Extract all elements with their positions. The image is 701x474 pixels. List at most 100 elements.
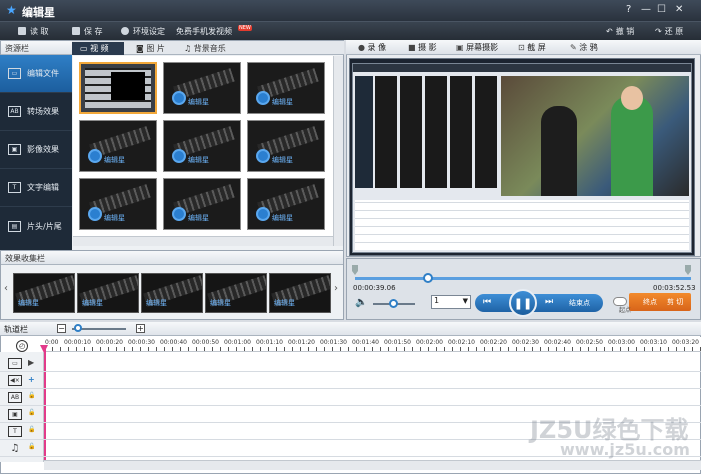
start-point-button[interactable]: 起点 xyxy=(619,305,631,314)
lock-icon[interactable]: 🔓 xyxy=(28,426,35,433)
track-audio[interactable]: ◀× + xyxy=(0,373,701,389)
tab-camera[interactable]: ■ 摄 影 xyxy=(408,42,437,53)
media-vertical-scrollbar[interactable] xyxy=(333,56,343,246)
person-left xyxy=(541,106,577,196)
timeline-ruler[interactable]: 0:00 00:00:10 00:00:20 00:00:30 00:00:40… xyxy=(44,337,701,352)
tab-record[interactable]: ● 录 像 xyxy=(358,42,386,53)
effect-thumb[interactable]: 编辑星 xyxy=(205,273,267,313)
reel-icon xyxy=(256,149,270,163)
video-preview[interactable] xyxy=(349,58,695,256)
speed-select[interactable]: 1 ▼ xyxy=(431,295,471,309)
add-icon[interactable]: + xyxy=(28,375,35,384)
media-thumb[interactable]: 编辑星 xyxy=(247,178,325,230)
help-button[interactable]: ? xyxy=(626,4,631,15)
volume-thumb[interactable] xyxy=(389,299,398,308)
tab-video[interactable]: ▭ 视 频 xyxy=(72,42,124,55)
tick-label: 00:01:00 xyxy=(224,339,251,346)
read-button[interactable]: 读 取 xyxy=(18,26,49,37)
sidebar-item-transition[interactable]: AB 转场效果 xyxy=(0,93,72,131)
record-icon: ● xyxy=(358,43,368,52)
media-thumb[interactable]: 编辑星 xyxy=(163,62,241,114)
media-grid: 编辑星 编辑星 编辑星 编辑星 编辑星 编辑星 编辑星 编辑星 xyxy=(73,56,333,246)
zoom-in-button[interactable]: + xyxy=(136,324,145,333)
chevron-left-icon[interactable]: ‹ xyxy=(4,283,8,294)
sidebar-item-edit-file[interactable]: ▭ 编辑文件 xyxy=(0,55,72,93)
end-point-button[interactable]: 结束点 xyxy=(569,298,590,308)
end-marker-icon[interactable] xyxy=(685,265,691,275)
cut-button[interactable]: 剪 切 xyxy=(667,297,683,307)
effect-thumb[interactable]: 编辑星 xyxy=(77,273,139,313)
previous-icon[interactable]: ⏮ xyxy=(483,297,491,307)
tick-label: 00:03:20 xyxy=(672,339,699,346)
effect-thumb[interactable]: 编辑星 xyxy=(13,273,75,313)
text-icon: T xyxy=(8,182,21,193)
settings-button[interactable]: 环境设定 xyxy=(121,26,165,37)
expand-icon[interactable]: ▶ xyxy=(28,358,34,367)
media-thumb[interactable]: 编辑星 xyxy=(79,120,157,172)
tab-image[interactable]: ◙ 图 片 xyxy=(128,42,178,55)
end-button[interactable]: 终点 xyxy=(643,297,657,307)
media-horizontal-scrollbar[interactable] xyxy=(73,236,333,246)
preview-inner-window xyxy=(352,63,692,253)
folder-icon xyxy=(18,27,26,35)
tab-music[interactable]: ♫ 背景音乐 xyxy=(176,42,246,55)
tick-label: 00:01:10 xyxy=(256,339,283,346)
reel-icon xyxy=(88,149,102,163)
save-button[interactable]: 保 存 xyxy=(72,26,103,37)
timeline-horizontal-scrollbar[interactable] xyxy=(44,460,701,470)
minimize-button[interactable]: — xyxy=(641,4,651,15)
tab-screenshot[interactable]: ⊡ 截 屏 xyxy=(518,42,546,53)
music-track-icon: ♫ xyxy=(10,443,20,454)
promo-link[interactable]: 免费手机发视频 xyxy=(176,26,232,37)
media-thumb[interactable]: 编辑星 xyxy=(163,178,241,230)
lock-icon[interactable]: 🔓 xyxy=(28,443,35,450)
progress-track[interactable] xyxy=(355,277,691,280)
current-time: 00:00:39.06 xyxy=(353,284,396,292)
sidebar-item-image-effect[interactable]: ▣ 影像效果 xyxy=(0,131,72,169)
gear-icon xyxy=(121,27,129,35)
media-thumb[interactable]: 编辑星 xyxy=(247,62,325,114)
tick-label: 00:02:50 xyxy=(576,339,603,346)
next-icon[interactable]: ⏭ xyxy=(545,297,553,307)
media-thumb[interactable]: 编辑星 xyxy=(163,120,241,172)
zoom-thumb[interactable] xyxy=(74,324,82,332)
save-icon xyxy=(72,27,80,35)
tick-label: 00:00:50 xyxy=(192,339,219,346)
tick-label: 00:02:00 xyxy=(416,339,443,346)
start-marker-icon[interactable] xyxy=(352,265,358,275)
tab-screen-record[interactable]: ▣ 屏幕摄影 xyxy=(456,42,498,53)
track-transition[interactable]: AB 🔓 xyxy=(0,390,701,406)
tick-label: 00:00:10 xyxy=(64,339,91,346)
chevron-right-icon[interactable]: › xyxy=(334,283,338,294)
tick-label: 00:03:10 xyxy=(640,339,667,346)
redo-icon: ↷ xyxy=(655,27,662,36)
tick-label: 00:02:30 xyxy=(512,339,539,346)
effect-thumb[interactable]: 编辑星 xyxy=(269,273,331,313)
track-video[interactable]: ▭ ▶ xyxy=(0,356,701,372)
redo-button[interactable]: ↷ 还 原 xyxy=(655,26,683,37)
close-button[interactable]: ✕ xyxy=(675,4,683,15)
ruler-ticks xyxy=(44,347,701,351)
progress-thumb[interactable] xyxy=(423,273,433,283)
total-time: 00:03:52.53 xyxy=(653,284,696,292)
screenshot-icon: ⊡ xyxy=(518,43,528,52)
undo-button[interactable]: ↶ 撤 销 xyxy=(606,26,634,37)
lock-icon[interactable]: 🔓 xyxy=(28,392,35,399)
play-pause-button[interactable]: ❚❚ xyxy=(509,289,537,317)
sidebar-item-text[interactable]: T 文字编辑 xyxy=(0,169,72,207)
effect-thumb[interactable]: 编辑星 xyxy=(141,273,203,313)
lock-icon[interactable]: 🔓 xyxy=(28,409,35,416)
tab-doodle[interactable]: ✎ 涂 鸦 xyxy=(570,42,598,53)
maximize-button[interactable]: ☐ xyxy=(657,4,666,15)
tick-label: 00:02:20 xyxy=(480,339,507,346)
zoom-out-button[interactable]: − xyxy=(57,324,66,333)
volume-icon[interactable]: 🔈 xyxy=(355,297,367,308)
undo-icon: ↶ xyxy=(606,27,613,36)
media-thumb[interactable]: 编辑星 xyxy=(247,120,325,172)
media-thumb[interactable]: 编辑星 xyxy=(79,178,157,230)
media-thumb[interactable] xyxy=(79,62,157,114)
clock-icon: ◴ xyxy=(16,340,28,352)
player-controls: 00:00:39.06 00:03:52.53 🔈 1 ▼ ⏮ ❚❚ ⏭ 结束点 … xyxy=(346,258,701,320)
reel-icon xyxy=(172,91,186,105)
sidebar-item-intro-outro[interactable]: ▤ 片头/片尾 xyxy=(0,207,72,245)
